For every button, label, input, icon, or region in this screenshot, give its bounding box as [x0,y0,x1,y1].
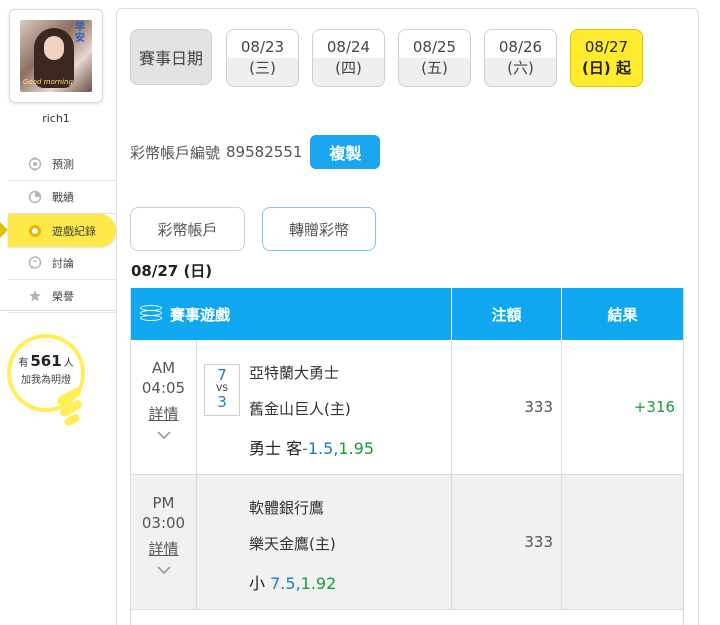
chevron-down-icon[interactable] [131,561,196,581]
fans-count-line: 有 561 人 [11,352,81,370]
sidebar-item-label: 遊戲紀錄 [52,224,96,238]
avatar-greeting-text: Good morning [23,78,73,86]
sidebar-item-honor[interactable]: 榮譽 [8,280,116,313]
score-away: 7 [217,366,227,384]
fans-suffix: 人 [63,358,74,369]
row-period: PM [152,494,175,512]
avatar-frame[interactable]: 早安 Good morning [9,9,103,103]
team-home: 樂天金鷹(主) [249,535,336,553]
fans-prefix: 有 [18,358,29,369]
sidebar-divider [0,310,118,311]
pick-line: -1.5 [302,439,334,458]
row-period: AM [151,359,176,377]
pick-odds: 1.95 [338,439,375,458]
date-tab-day: (三) [249,59,276,77]
sidebar-item-label: 戰績 [52,191,74,204]
bulb-icon [55,386,84,428]
detail-link[interactable]: 詳情 [148,539,178,559]
sidebar-item-label: 討論 [52,257,74,270]
date-tab-date: 08/24 [326,38,371,56]
table-header: 賽事遊戲 注額 結果 [131,288,683,340]
header-result: 結果 [607,305,638,324]
header-game-label: 賽事遊戲 [170,305,231,324]
chart-icon [28,190,42,204]
pick-odds: 1.92 [300,574,337,593]
avatar[interactable]: 早安 Good morning [20,20,92,92]
action-row: 彩幣帳戶 轉贈彩幣 [130,207,393,251]
bet-pick: 勇士 客-1.5,1.95 [249,435,374,459]
team-home: 舊金山巨人(主) [249,400,351,418]
date-tab-0825[interactable]: 08/25 (五) [398,29,471,87]
header-stake: 注額 [452,288,562,340]
pick-line: 7.5 [270,574,296,593]
score-box: 7 VS 3 [204,364,240,416]
row-stake: 333 [452,340,562,474]
star-icon [28,289,42,303]
row-time: AM 04:05 詳情 [131,340,197,474]
date-tab-date: 08/25 [412,38,457,56]
day-title: 08/27 (日) [131,262,213,280]
date-tab-day: (五) [421,59,448,77]
sidebar-item-game-history[interactable]: 遊戲紀錄 [0,214,116,247]
date-tab-0823[interactable]: 08/23 (三) [226,29,299,87]
chevron-down-icon[interactable] [131,426,196,446]
copy-button[interactable]: 複製 [310,135,381,169]
header-game: 賽事遊戲 [131,288,452,340]
chat-icon [28,256,42,270]
date-tab-date: 08/27 [584,38,629,56]
table-row: AM 04:05 詳情 7 VS 3 亞特蘭大勇士 舊金山巨人(主) 勇士 客-… [131,340,683,475]
sidebar-item-discuss[interactable]: 討論 [8,247,116,280]
pick-team: 小 [249,574,266,593]
coin-account-button[interactable]: 彩幣帳戶 [130,207,245,251]
username: rich1 [42,112,70,125]
date-tab-date: 08/23 [240,38,285,56]
score-home: 3 [217,393,227,411]
account-number: 89582551 [226,143,303,161]
date-tab-day: (六) [507,59,534,77]
sidebar-item-label: 預測 [52,158,74,171]
account-row: 彩幣帳戶編號 89582551 複製 [130,135,381,169]
date-tab-day: (四) [335,59,362,77]
sidebar: 早安 Good morning rich1 預測 戰績 遊戲紀錄 討論 榮譽 有… [0,0,118,625]
row-game: 軟體銀行鷹 樂天金鷹(主) 小 7.5,1.92 [197,475,452,609]
table-row [131,610,683,625]
sidebar-item-label: 榮譽 [52,290,74,303]
row-result: +316 [633,398,675,416]
row-result [562,475,683,609]
date-tab-day: (日) 起 [582,59,631,77]
sidebar-menu: 預測 戰績 遊戲紀錄 討論 榮譽 [0,148,116,313]
table-row: PM 03:00 詳情 軟體銀行鷹 樂天金鷹(主) 小 7.5,1.92 333 [131,475,683,610]
avatar-morning-text: 早安 [75,22,85,44]
pick-team: 勇士 客 [249,439,303,458]
main-panel: 賽事日期 08/23 (三) 08/24 (四) 08/25 (五) 08/26… [116,8,699,625]
sidebar-item-predict[interactable]: 預測 [8,148,116,181]
date-tab-0827[interactable]: 08/27 (日) 起 [570,29,643,87]
row-stake: 333 [452,475,562,609]
bet-pick: 小 7.5,1.92 [249,570,336,594]
row-game: 7 VS 3 亞特蘭大勇士 舊金山巨人(主) 勇士 客-1.5,1.95 [197,340,452,474]
sidebar-item-record[interactable]: 戰績 [8,181,116,214]
date-tabs: 賽事日期 08/23 (三) 08/24 (四) 08/25 (五) 08/26… [130,29,656,87]
row-time: PM 03:00 詳情 [131,475,197,609]
ring-icon [28,224,42,238]
row-clock: 03:00 [141,514,186,532]
date-tab-date: 08/26 [498,38,543,56]
game-history-table: 賽事遊戲 注額 結果 AM 04:05 詳情 7 VS 3 亞特蘭大勇士 舊金山… [130,288,684,625]
coins-icon [140,305,162,323]
fans-subtitle: 加我為明燈 [21,375,71,386]
account-label: 彩幣帳戶編號 [130,143,221,162]
team-away: 軟體銀行鷹 [249,499,325,517]
fans-count: 561 [30,352,62,370]
target-icon [28,157,42,171]
gift-coins-button[interactable]: 轉贈彩幣 [262,207,376,251]
detail-link[interactable]: 詳情 [148,404,178,424]
row-clock: 04:05 [141,379,186,397]
team-away: 亞特蘭大勇士 [249,364,340,382]
date-tab-0826[interactable]: 08/26 (六) [484,29,557,87]
date-tabs-label: 賽事日期 [130,29,212,85]
date-tab-0824[interactable]: 08/24 (四) [312,29,385,87]
